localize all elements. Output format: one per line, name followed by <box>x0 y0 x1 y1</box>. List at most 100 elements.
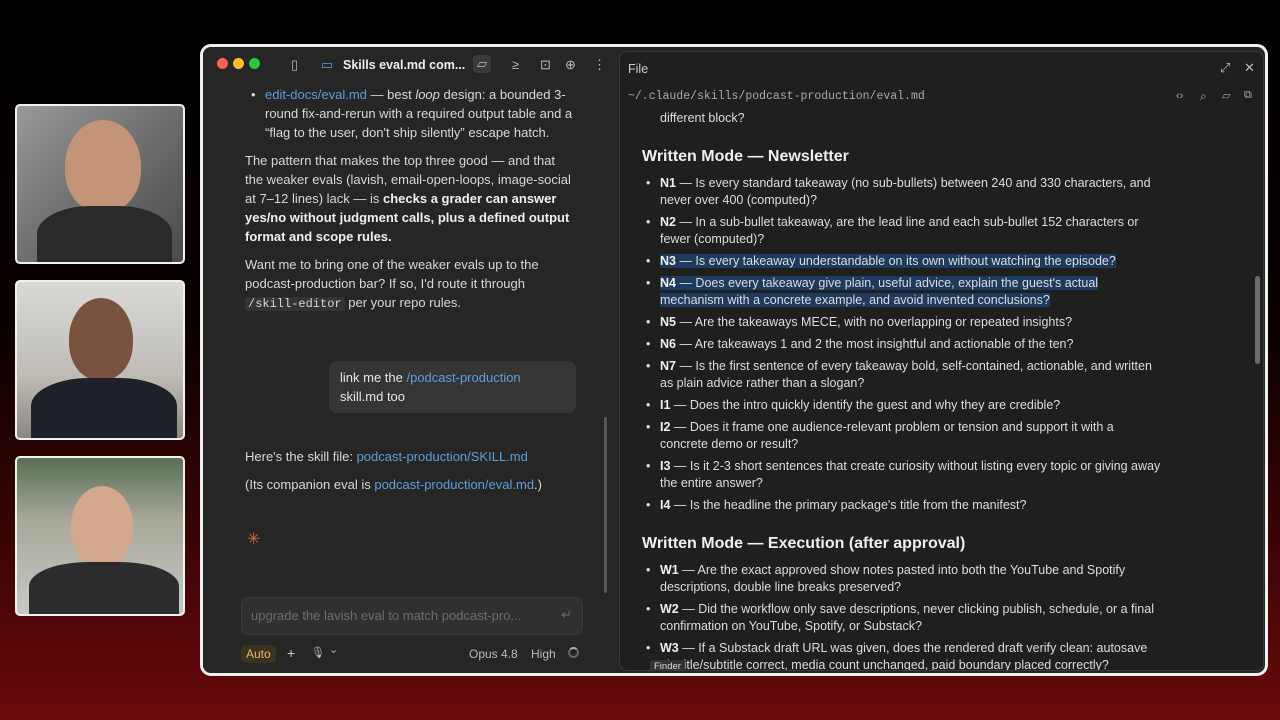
chat-transcript: • edit-docs/eval.md — best loop design: … <box>245 85 575 323</box>
criterion-id: N5 <box>660 315 676 329</box>
cut-off-line: different block? <box>660 111 745 125</box>
finder-tooltip: Finder <box>650 660 685 670</box>
close-icon[interactable]: ✕ <box>1244 60 1255 76</box>
file-path: ~/.claude/skills/podcast-production/eval… <box>628 90 925 103</box>
upload-icon[interactable]: ⊡ <box>540 58 551 72</box>
globe-icon[interactable]: ⊕ <box>565 58 576 72</box>
chat-scrollbar[interactable] <box>604 417 607 593</box>
send-icon[interactable]: ↵ <box>561 607 572 623</box>
criterion-item: W1 — Are the exact approved show notes p… <box>642 562 1162 596</box>
criterion-item: N3 — Is every takeaway understandable on… <box>642 253 1162 270</box>
terminal-icon[interactable]: ≥ <box>512 58 519 72</box>
criteria-list: W1 — Are the exact approved show notes p… <box>642 562 1162 671</box>
criterion-id: W3 <box>660 641 679 655</box>
criterion-id: W2 <box>660 602 679 616</box>
criterion-item: W2 — Did the workflow only save descript… <box>642 601 1162 635</box>
offer-paragraph: Want me to bring one of the weaker evals… <box>245 257 539 311</box>
sidebar-icon[interactable]: ▯ <box>291 58 298 72</box>
webcam-tile-2 <box>15 280 185 440</box>
criterion-id: I2 <box>660 420 671 434</box>
criterion-id: N1 <box>660 176 676 190</box>
criterion-text: — Are takeaways 1 and 2 the most insight… <box>675 337 1074 351</box>
criterion-item: I1 — Does the intro quickly identify the… <box>642 397 1162 414</box>
code-view-icon[interactable]: ‹› <box>1176 90 1183 102</box>
criterion-id: I4 <box>660 498 671 512</box>
criterion-text: — Is the headline the primary package's … <box>670 498 1027 512</box>
chat-pane: ▯ ▭ Skills eval.md com... ▱ ≥ ⊡ ⊕ ⋮ • ed… <box>203 47 616 673</box>
microphone-icon[interactable]: 🎙 <box>311 646 325 659</box>
criterion-item: I4 — Is the headline the primary package… <box>642 497 1162 514</box>
criterion-id: N2 <box>660 215 676 229</box>
chevron-down-icon[interactable]: ⌄ <box>329 643 338 656</box>
skill-editor-code: /skill-editor <box>245 297 345 311</box>
criterion-text: — Are the exact approved show notes past… <box>660 563 1126 594</box>
criterion-item: I2 — Does it frame one audience-relevant… <box>642 419 1162 453</box>
criterion-text: — In a sub-bullet takeaway, are the lead… <box>660 215 1139 246</box>
criterion-text: — Is every takeaway understandable on it… <box>675 254 1116 268</box>
app-window: ▯ ▭ Skills eval.md com... ▱ ≥ ⊡ ⊕ ⋮ • ed… <box>200 44 1268 676</box>
criterion-text: — Does the intro quickly identify the gu… <box>670 398 1061 412</box>
open-folder-icon[interactable]: ▱ <box>1222 89 1230 102</box>
criterion-id: N4 <box>660 276 676 290</box>
criterion-item: N5 — Are the takeaways MECE, with no ove… <box>642 314 1162 331</box>
pattern-paragraph: The pattern that makes the top three goo… <box>245 153 571 244</box>
criterion-text: — Does every takeaway give plain, useful… <box>660 276 1099 307</box>
webcam-tile-1 <box>15 104 185 264</box>
section-heading: Written Mode — Execution (after approval… <box>642 535 966 552</box>
file-panel: File ⤢ ✕ ~/.claude/skills/podcast-produc… <box>619 51 1264 671</box>
prompt-placeholder: upgrade the lavish eval to match podcast… <box>251 608 522 623</box>
expand-icon[interactable]: ⤢ <box>1220 60 1230 76</box>
close-window-button[interactable] <box>217 58 228 69</box>
criterion-id: I3 <box>660 459 671 473</box>
composer-toolbar: Auto + 🎙 ⌄ Opus 4.8 High <box>241 643 583 665</box>
prompt-input[interactable]: upgrade the lavish eval to match podcast… <box>241 597 583 635</box>
section-heading: Written Mode — Newsletter <box>642 148 849 165</box>
file-scrollbar[interactable] <box>1255 276 1260 364</box>
webcam-tile-3 <box>15 456 185 616</box>
criterion-item: N1 — Is every standard takeaway (no sub-… <box>642 175 1162 209</box>
thinking-spinner-icon: ✳ <box>247 531 261 548</box>
laptop-icon: ▭ <box>321 57 334 72</box>
criterion-text: — Is the first sentence of every takeawa… <box>660 359 1152 390</box>
assistant-reply: Here's the skill file: podcast-productio… <box>245 449 542 492</box>
effort-selector[interactable]: High <box>531 647 556 661</box>
file-panel-header: File ⤢ ✕ <box>620 52 1263 82</box>
mode-auto-button[interactable]: Auto <box>241 645 276 663</box>
criterion-item: N6 — Are takeaways 1 and 2 the most insi… <box>642 336 1162 353</box>
criterion-item: N7 — Is the first sentence of every take… <box>642 358 1162 392</box>
file-panel-title: File <box>628 62 649 76</box>
loading-spinner-icon <box>568 647 579 658</box>
criterion-id: N6 <box>660 337 676 351</box>
search-icon[interactable]: ⌕ <box>1200 89 1207 104</box>
criterion-text: — Is it 2-3 short sentences that create … <box>660 459 1161 490</box>
criterion-text: — If a Substack draft URL was given, doe… <box>660 641 1148 671</box>
criterion-item: I3 — Is it 2-3 short sentences that crea… <box>642 458 1162 492</box>
file-content: different block? Written Mode — Newslett… <box>642 110 1162 671</box>
add-icon[interactable]: + <box>287 645 295 661</box>
title-bar: ▯ ▭ Skills eval.md com... ▱ ≥ ⊡ ⊕ ⋮ <box>203 47 616 83</box>
criteria-list: N1 — Is every standard takeaway (no sub-… <box>642 175 1162 514</box>
criterion-text: — Did the workflow only save description… <box>660 602 1154 633</box>
podcast-production-mention[interactable]: /podcast-production <box>406 370 520 385</box>
eval-md-link[interactable]: podcast-production/eval.md <box>374 477 534 492</box>
bullet-edit-docs: • edit-docs/eval.md — best loop design: … <box>251 87 573 140</box>
skill-md-link[interactable]: podcast-production/SKILL.md <box>357 449 528 464</box>
criterion-id: N7 <box>660 359 676 373</box>
user-message-bubble: link me the /podcast-production skill.md… <box>329 361 576 413</box>
criterion-item: W3 — If a Substack draft URL was given, … <box>642 640 1162 671</box>
model-selector[interactable]: Opus 4.8 <box>469 647 518 661</box>
minimize-window-button[interactable] <box>233 58 244 69</box>
more-icon[interactable]: ⋮ <box>593 58 606 72</box>
criterion-id: N3 <box>660 254 676 268</box>
folder-icon[interactable]: ▱ <box>473 55 491 73</box>
criterion-text: — Does it frame one audience-relevant pr… <box>660 420 1114 451</box>
criterion-text: — Is every standard takeaway (no sub-bul… <box>660 176 1151 207</box>
edit-docs-link[interactable]: edit-docs/eval.md <box>265 87 367 102</box>
maximize-window-button[interactable] <box>249 58 260 69</box>
criterion-id: W1 <box>660 563 679 577</box>
criterion-text: — Are the takeaways MECE, with no overla… <box>675 315 1073 329</box>
criterion-id: I1 <box>660 398 671 412</box>
copy-icon[interactable]: ⧉ <box>1244 89 1252 102</box>
criterion-item: N2 — In a sub-bullet takeaway, are the l… <box>642 214 1162 248</box>
tab-title[interactable]: Skills eval.md com... <box>343 58 465 72</box>
